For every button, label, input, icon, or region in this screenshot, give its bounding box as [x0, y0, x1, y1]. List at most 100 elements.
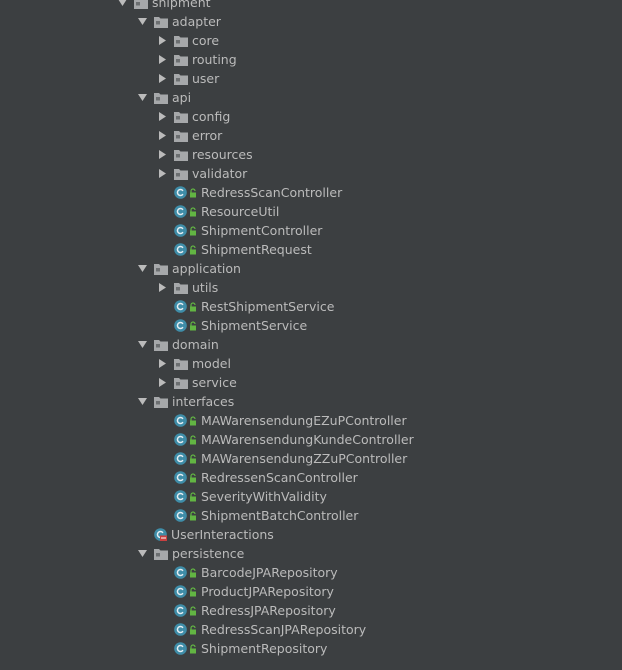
lock-icon [190, 510, 196, 520]
tree-item-label: SeverityWithValidity [201, 489, 327, 504]
tree-item-label: RedressJPARepository [201, 603, 336, 618]
tree-item-barcode-jparepository[interactable]: BarcodeJPARepository [0, 563, 622, 582]
tree-item-mawarensendung-zzu-pcontroller[interactable]: MAWarensendungZZuPController [0, 449, 622, 468]
tree-item-api[interactable]: api [0, 88, 622, 107]
tree-item-label: ResourceUtil [201, 204, 280, 219]
tree-item-routing[interactable]: routing [0, 50, 622, 69]
triangle-right-icon[interactable] [158, 378, 167, 387]
tree-item-mawarensendung-ezu-pcontroller[interactable]: MAWarensendungEZuPController [0, 411, 622, 430]
tree-item-application[interactable]: application [0, 259, 622, 278]
triangle-right-icon[interactable] [158, 36, 167, 45]
lock-icon [190, 567, 196, 577]
tree-item-shipment[interactable]: shipment [0, 0, 622, 12]
tree-item-shipment-controller[interactable]: ShipmentController [0, 221, 622, 240]
triangle-down-icon[interactable] [138, 340, 147, 349]
triangle-down-icon[interactable] [138, 17, 147, 26]
java-class-icon [174, 585, 187, 598]
triangle-right-icon[interactable] [158, 150, 167, 159]
tree-item-error[interactable]: error [0, 126, 622, 145]
tree-item-label: ShipmentRepository [201, 641, 328, 656]
triangle-down-icon[interactable] [118, 0, 127, 7]
tree-item-domain[interactable]: domain [0, 335, 622, 354]
tree-item-config[interactable]: config [0, 107, 622, 126]
java-class-icon [174, 566, 187, 579]
tree-item-redress-scan-jparepository[interactable]: RedressScanJPARepository [0, 620, 622, 639]
tree-item-adapter[interactable]: adapter [0, 12, 622, 31]
tree-item-service[interactable]: service [0, 373, 622, 392]
lock-icon [190, 434, 196, 444]
triangle-right-icon[interactable] [158, 112, 167, 121]
tree-item-rest-shipment-service[interactable]: RestShipmentService [0, 297, 622, 316]
triangle-right-icon[interactable] [158, 283, 167, 292]
tree-item-resource-util[interactable]: ResourceUtil [0, 202, 622, 221]
triangle-right-icon[interactable] [158, 131, 167, 140]
class-icon-group [174, 224, 197, 237]
tree-item-utils[interactable]: utils [0, 278, 622, 297]
class-icon-group [174, 490, 197, 503]
java-class-icon [174, 205, 187, 218]
tree-item-resources[interactable]: resources [0, 145, 622, 164]
java-class-icon [154, 528, 167, 541]
tree-item-label: RedressScanController [201, 185, 343, 200]
tree-item-label: ProductJPARepository [201, 584, 334, 599]
java-class-icon [174, 642, 187, 655]
tree-item-label: config [192, 109, 231, 124]
package-folder-icon [174, 111, 188, 123]
tree-item-label: UserInteractions [171, 527, 274, 542]
package-folder-icon [174, 54, 188, 66]
tree-item-shipment-batch-controller[interactable]: ShipmentBatchController [0, 506, 622, 525]
tree-item-mawarensendung-kunde-controller[interactable]: MAWarensendungKundeController [0, 430, 622, 449]
tree-item-model[interactable]: model [0, 354, 622, 373]
lock-icon [190, 491, 196, 501]
lock-icon [190, 320, 196, 330]
triangle-right-icon[interactable] [158, 55, 167, 64]
lock-icon [190, 453, 196, 463]
class-icon-group [174, 319, 197, 332]
lock-icon [190, 225, 196, 235]
tree-item-shipment-service[interactable]: ShipmentService [0, 316, 622, 335]
package-folder-icon [174, 282, 188, 294]
class-icon-group [174, 604, 197, 617]
tree-item-redressen-scan-controller[interactable]: RedressenScanController [0, 468, 622, 487]
tree-item-label: RestShipmentService [201, 299, 335, 314]
project-tree: shipment adapter core routing user api config e… [0, 0, 622, 670]
class-icon-group [174, 471, 197, 484]
tree-item-redress-jparepository[interactable]: RedressJPARepository [0, 601, 622, 620]
tree-item-label: MAWarensendungEZuPController [201, 413, 407, 428]
triangle-right-icon[interactable] [158, 74, 167, 83]
tree-item-label: routing [192, 52, 237, 67]
tree-item-label: RedressScanJPARepository [201, 622, 367, 637]
tree-item-core[interactable]: core [0, 31, 622, 50]
tree-item-label: ShipmentController [201, 223, 323, 238]
tree-item-user-interactions[interactable]: UserInteractions [0, 525, 622, 544]
triangle-down-icon[interactable] [138, 264, 147, 273]
triangle-right-icon[interactable] [158, 359, 167, 368]
triangle-down-icon[interactable] [138, 397, 147, 406]
lock-icon [190, 415, 196, 425]
class-icon-group [174, 300, 197, 313]
class-icon-group [174, 414, 197, 427]
package-folder-icon [174, 168, 188, 180]
java-class-icon [174, 300, 187, 313]
tree-item-shipment-request[interactable]: ShipmentRequest [0, 240, 622, 259]
triangle-down-icon[interactable] [138, 93, 147, 102]
tree-item-user[interactable]: user [0, 69, 622, 88]
tree-item-label: resources [192, 147, 253, 162]
tree-item-redress-scan-controller[interactable]: RedressScanController [0, 183, 622, 202]
lock-icon [190, 605, 196, 615]
tree-item-label: ShipmentService [201, 318, 308, 333]
tree-item-interfaces[interactable]: interfaces [0, 392, 622, 411]
tree-item-label: core [192, 33, 220, 48]
class-icon-group [174, 452, 197, 465]
java-class-icon [174, 224, 187, 237]
tree-item-validator[interactable]: validator [0, 164, 622, 183]
triangle-down-icon[interactable] [138, 549, 147, 558]
tree-item-label: application [172, 261, 241, 276]
class-icon-group [174, 566, 197, 579]
tree-item-product-jparepository[interactable]: ProductJPARepository [0, 582, 622, 601]
tree-item-persistence[interactable]: persistence [0, 544, 622, 563]
tree-item-severity-with-validity[interactable]: SeverityWithValidity [0, 487, 622, 506]
tree-item-shipment-repository[interactable]: ShipmentRepository [0, 639, 622, 658]
triangle-right-icon[interactable] [158, 169, 167, 178]
tree-item-label: ShipmentBatchController [201, 508, 359, 523]
